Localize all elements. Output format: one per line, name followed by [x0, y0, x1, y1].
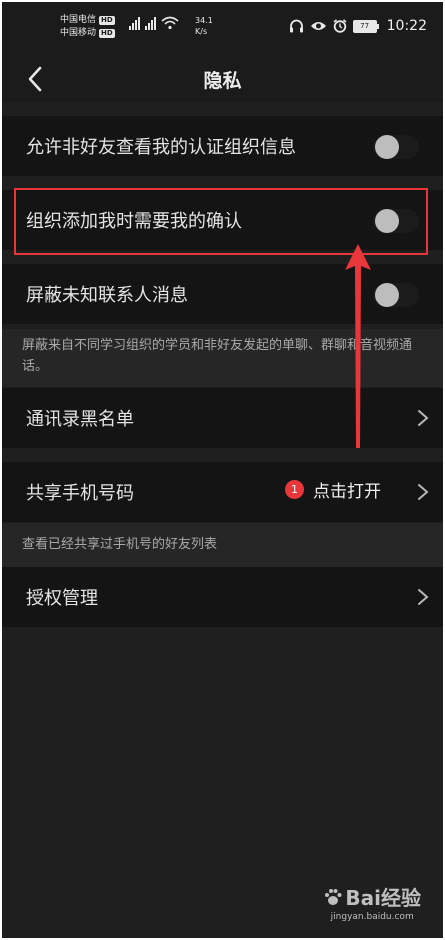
baidu-logo: Bai经验 — [323, 882, 421, 911]
status-icons: 77 10:22 — [289, 18, 427, 34]
hint-text: 屏蔽来自不同学习组织的学员和非好友发起的单聊、群聊和音视频通话。 — [22, 338, 413, 374]
signal-area — [129, 16, 179, 30]
setting-label: 授权管理 — [26, 588, 98, 609]
page-title: 隐私 — [203, 70, 242, 92]
signal-icon — [145, 16, 156, 30]
headphones-icon — [289, 19, 303, 33]
wifi-icon — [161, 16, 179, 30]
signal-icon — [129, 16, 140, 30]
toggle-knob — [375, 209, 399, 233]
alarm-icon — [333, 19, 347, 33]
setting-label: 屏蔽未知联系人消息 — [26, 285, 188, 306]
speed-unit: K/s — [195, 27, 208, 36]
carrier-name-2: 中国移动 — [60, 28, 97, 38]
speed-value: 34.1 — [195, 16, 213, 25]
setting-label: 允许非好友查看我的认证组织信息 — [26, 137, 296, 158]
blacklist-row[interactable]: 通讯录黑名单 — [2, 388, 443, 448]
nav-bar: 隐私 — [2, 56, 443, 102]
carrier-row-2: 中国移动 HD — [60, 27, 115, 40]
toggle-switch[interactable] — [373, 135, 419, 159]
phone-screen: 中国电信 HD 中国移动 HD 34.1 K/s 77 10:22 隐私 允许非… — [2, 2, 443, 938]
baidu-watermark: Bai经验 jingyan.baidu.com — [323, 882, 421, 922]
setting-row-org-add-confirm[interactable]: 组织添加我时需要我的确认 — [2, 190, 443, 250]
toggle-switch[interactable] — [373, 209, 419, 233]
toggle-knob — [375, 283, 399, 307]
block-hint: 屏蔽来自不同学习组织的学员和非好友发起的单聊、群聊和音视频通话。 — [2, 329, 443, 387]
setting-label: 组织添加我时需要我的确认 — [26, 211, 242, 232]
clock: 10:22 — [386, 18, 427, 34]
hd-badge: HD — [99, 16, 115, 25]
chevron-right-icon — [418, 484, 429, 500]
paw-icon — [325, 888, 342, 905]
toggle-knob — [375, 135, 399, 159]
battery-icon: 77 — [352, 19, 379, 33]
carrier-row-1: 中国电信 HD — [60, 14, 115, 27]
step-instruction: 点击打开 — [313, 482, 381, 502]
toggle-switch[interactable] — [373, 283, 419, 307]
share-hint: 查看已经共享过手机号的好友列表 — [2, 523, 443, 567]
auth-manage-row[interactable]: 授权管理 — [2, 567, 443, 627]
carrier-info: 中国电信 HD 中国移动 HD — [60, 14, 115, 40]
step-number-badge: 1 — [285, 480, 304, 499]
setting-row-view-org-info[interactable]: 允许非好友查看我的认证组织信息 — [2, 116, 443, 176]
baidu-url: jingyan.baidu.com — [330, 912, 414, 922]
chevron-right-icon — [418, 589, 429, 605]
hint-text: 查看已经共享过手机号的好友列表 — [22, 537, 218, 552]
setting-label: 共享手机号码 — [26, 483, 134, 504]
arrow-up-icon — [345, 244, 371, 448]
carrier-name-1: 中国电信 — [60, 15, 97, 25]
hd-badge: HD — [99, 29, 115, 38]
eye-icon — [310, 22, 326, 30]
setting-row-block-unknown[interactable]: 屏蔽未知联系人消息 — [2, 264, 443, 324]
step-annotation: 1 点击打开 — [285, 477, 381, 502]
chevron-right-icon — [418, 410, 429, 426]
baidu-brand: Bai经验 — [345, 886, 421, 910]
network-speed: 34.1 K/s — [195, 15, 213, 37]
status-bar: 中国电信 HD 中国移动 HD 34.1 K/s 77 10:22 — [2, 2, 443, 56]
setting-label: 通讯录黑名单 — [26, 409, 134, 430]
